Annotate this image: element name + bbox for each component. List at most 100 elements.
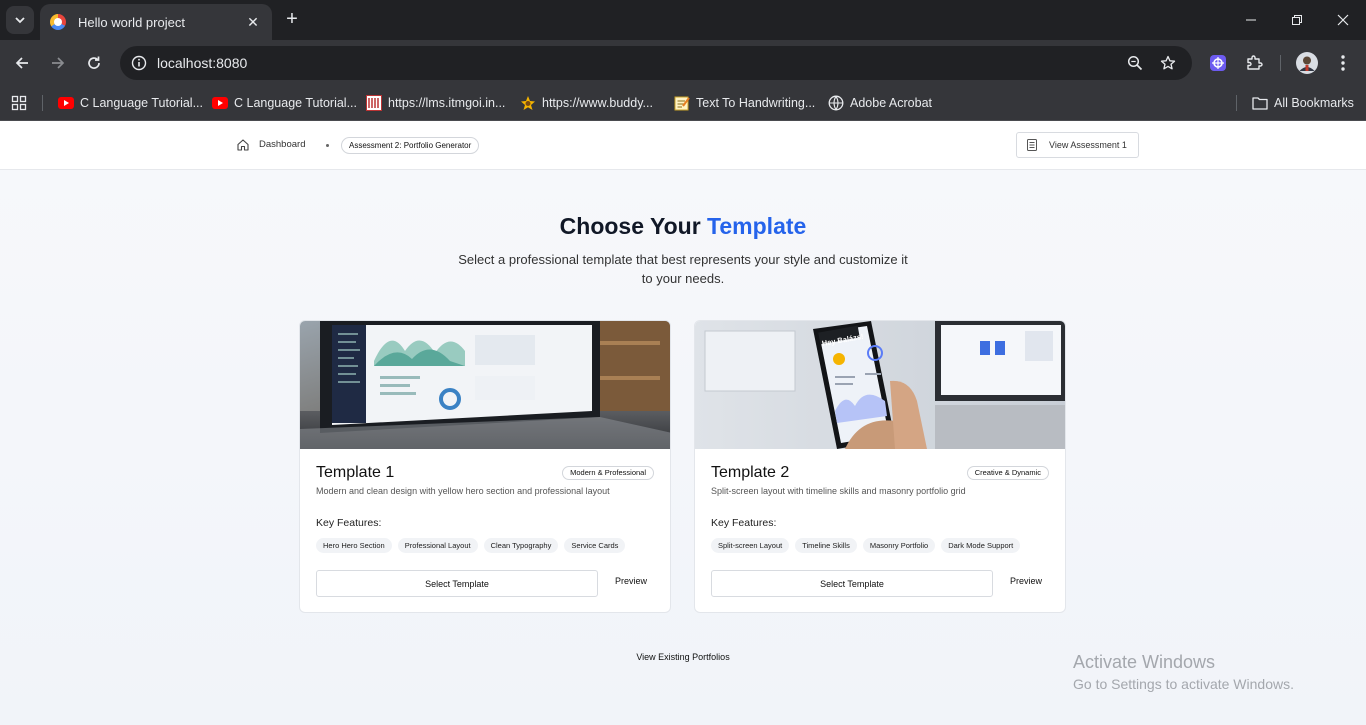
buddy-icon — [520, 95, 536, 111]
title-accent: Template — [707, 213, 807, 239]
bookmark-item[interactable]: https://www.buddy... — [520, 92, 653, 114]
home-icon[interactable] — [236, 138, 250, 152]
view-assessment-button[interactable]: View Assessment 1 — [1016, 132, 1139, 158]
youtube-icon — [212, 95, 228, 111]
windows-activation-watermark: Activate Windows Go to Settings to activ… — [1073, 652, 1294, 692]
apps-grid-icon — [11, 95, 27, 111]
template-tag: Modern & Professional — [562, 466, 654, 480]
page-content: Dashboard Assessment 2: Portfolio Genera… — [0, 121, 1366, 725]
minimize-button[interactable] — [1228, 0, 1274, 40]
bookmark-star-icon[interactable] — [1158, 53, 1178, 73]
bookmark-item[interactable]: C Language Tutorial... — [212, 92, 357, 114]
feature-chip: Timeline Skills — [795, 538, 857, 553]
forward-button[interactable] — [46, 51, 70, 75]
view-assessment-label: View Assessment 1 — [1049, 140, 1127, 150]
breadcrumb-separator — [326, 144, 329, 147]
extension-app-icon[interactable] — [1207, 52, 1229, 74]
minimize-icon — [1246, 19, 1256, 21]
profile-avatar[interactable] — [1296, 52, 1318, 74]
url-text[interactable]: localhost:8080 — [157, 55, 247, 71]
bookmark-label: C Language Tutorial... — [80, 96, 203, 110]
preview-button[interactable]: Preview — [995, 570, 1057, 592]
template-description: Modern and clean design with yellow hero… — [316, 486, 610, 496]
page-title: Choose Your Template — [0, 213, 1366, 240]
bookmark-item[interactable]: Adobe Acrobat — [828, 92, 932, 114]
site-favicon-icon — [50, 14, 66, 30]
view-existing-label: View Existing Portfolios — [636, 652, 730, 662]
browser-toolbar: localhost:8080 — [0, 40, 1366, 86]
breadcrumb-current-badge: Assessment 2: Portfolio Generator — [341, 137, 480, 154]
bookmark-label: https://www.buddy... — [542, 96, 653, 110]
template-title: Template 1 — [316, 464, 395, 481]
browser-tab-bar: Hello world project ✕ + — [0, 0, 1366, 40]
page-subtitle: Select a professional template that best… — [458, 252, 908, 286]
forward-arrow-icon — [52, 57, 65, 69]
preview-button[interactable]: Preview — [600, 570, 662, 592]
watermark-title: Activate Windows — [1073, 652, 1216, 672]
bookmark-item[interactable]: Text To Handwriting... — [674, 92, 815, 114]
apps-grid-button[interactable] — [11, 92, 27, 114]
tab-search-button[interactable] — [6, 6, 34, 34]
bookmark-label: Text To Handwriting... — [696, 96, 816, 110]
close-icon — [1337, 14, 1349, 26]
template-description: Split-screen layout with timeline skills… — [711, 486, 966, 496]
lms-icon — [366, 95, 382, 111]
template-tag: Creative & Dynamic — [966, 466, 1049, 480]
back-button[interactable] — [10, 51, 34, 75]
title-main: Choose Your — [559, 213, 701, 239]
template-card-2: Hey Balázs! Template 2 Creative & Dynami… — [694, 320, 1066, 613]
feature-chip: Service Cards — [564, 538, 626, 553]
bookmarks-divider — [42, 95, 43, 111]
close-tab-icon[interactable]: ✕ — [244, 14, 262, 31]
restore-icon — [1292, 15, 1302, 25]
feature-chips: Split-screen Layout Timeline Skills Maso… — [711, 538, 1021, 553]
key-features-label: Key Features: — [711, 517, 777, 529]
site-info-icon[interactable] — [128, 52, 150, 74]
tab-title: Hello world project — [78, 14, 185, 30]
new-tab-button[interactable]: + — [282, 9, 302, 31]
top-navigation: Dashboard Assessment 2: Portfolio Genera… — [0, 121, 1366, 170]
back-arrow-icon — [15, 57, 28, 69]
template-title: Template 2 — [711, 464, 790, 481]
toolbar-divider — [1280, 55, 1281, 71]
select-template-button[interactable]: Select Template — [711, 570, 993, 597]
select-template-button[interactable]: Select Template — [316, 570, 598, 597]
all-bookmarks-button[interactable]: All Bookmarks — [1252, 92, 1354, 114]
close-window-button[interactable] — [1320, 0, 1366, 40]
feature-chip: Clean Typography — [483, 538, 559, 553]
note-icon — [674, 95, 690, 111]
feature-chip: Professional Layout — [397, 538, 478, 553]
bookmark-label: C Language Tutorial... — [234, 96, 357, 110]
browser-tab[interactable]: Hello world project ✕ — [40, 4, 272, 40]
folder-icon — [1252, 95, 1268, 111]
feature-chips: Hero Hero Section Professional Layout Cl… — [316, 538, 626, 553]
extensions-puzzle-icon[interactable] — [1243, 52, 1265, 74]
reload-icon — [88, 56, 100, 69]
bookmark-label: https://lms.itmgoi.in... — [388, 96, 506, 110]
template-1-preview-image — [300, 321, 670, 449]
watermark-subtitle: Go to Settings to activate Windows. — [1073, 676, 1294, 692]
feature-chip: Masonry Portfolio — [862, 538, 936, 553]
bookmarks-divider — [1236, 95, 1237, 111]
feature-chip: Dark Mode Support — [941, 538, 1021, 553]
youtube-icon — [58, 95, 74, 111]
zoom-icon[interactable] — [1125, 53, 1145, 73]
address-bar[interactable]: localhost:8080 — [120, 46, 1192, 80]
template-2-preview-image: Hey Balázs! — [695, 321, 1065, 449]
document-icon — [1027, 139, 1037, 151]
bookmark-item[interactable]: C Language Tutorial... — [58, 92, 203, 114]
bookmark-label: Adobe Acrobat — [850, 96, 933, 110]
globe-icon — [828, 95, 844, 111]
feature-chip: Hero Hero Section — [316, 538, 392, 553]
restore-button[interactable] — [1274, 0, 1320, 40]
bookmark-item[interactable]: https://lms.itmgoi.in... — [366, 92, 505, 114]
all-bookmarks-label: All Bookmarks — [1274, 96, 1354, 110]
bookmarks-bar: C Language Tutorial... C Language Tutori… — [0, 86, 1366, 121]
key-features-label: Key Features: — [316, 517, 382, 529]
reload-button[interactable] — [82, 51, 106, 75]
breadcrumb-dashboard-link[interactable]: Dashboard — [259, 139, 305, 150]
feature-chip: Split-screen Layout — [711, 538, 790, 553]
chevron-down-icon — [15, 17, 25, 24]
chrome-menu-icon[interactable] — [1332, 52, 1354, 74]
template-card-1: Template 1 Modern & Professional Modern … — [299, 320, 671, 613]
